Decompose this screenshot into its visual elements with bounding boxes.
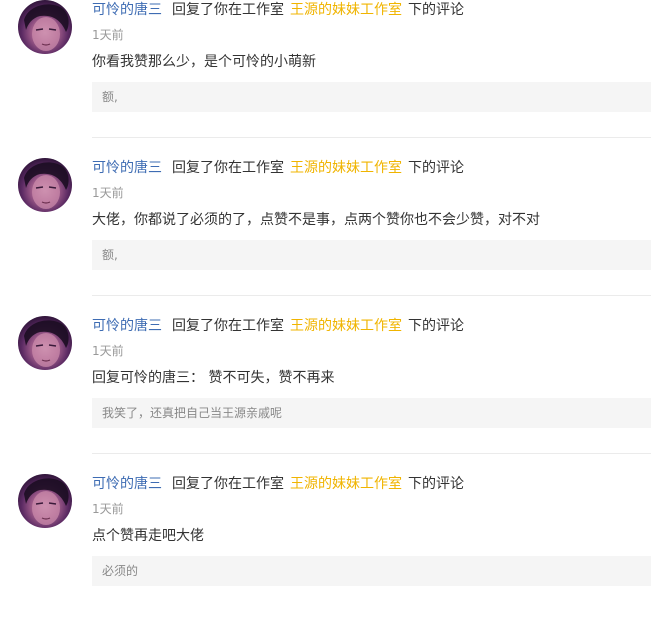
original-comment-quote[interactable]: 额, <box>92 240 651 270</box>
reply-suffix-text: 下的评论 <box>408 318 464 334</box>
reply-content: 你看我赞那么少，是个可怜的小萌新 <box>92 54 316 70</box>
user-avatar[interactable] <box>18 158 72 212</box>
timestamp: 1天前 <box>92 186 124 200</box>
divider <box>92 137 651 138</box>
avatar-portrait-icon <box>24 478 69 525</box>
studio-name-link[interactable]: 王源的妹妹工作室 <box>290 160 402 176</box>
notification-item: 可怜的唐三 回复了你在工作室 王源的妹妹工作室 下的评论 1天前 大佬，你都说了必须的… <box>0 158 651 316</box>
avatar-portrait-icon <box>24 320 69 367</box>
reply-suffix-text: 下的评论 <box>408 476 464 492</box>
avatar-portrait-icon <box>24 162 69 209</box>
user-name-link[interactable]: 可怜的唐三 <box>92 160 162 176</box>
original-comment-quote[interactable]: 额, <box>92 82 651 112</box>
studio-name-link[interactable]: 王源的妹妹工作室 <box>290 476 402 492</box>
notification-item: 可怜的唐三 回复了你在工作室 王源的妹妹工作室 下的评论 1天前 你看我赞那么少，是个… <box>0 0 651 158</box>
user-name-link[interactable]: 可怜的唐三 <box>92 2 162 18</box>
timestamp: 1天前 <box>92 502 124 516</box>
user-name-link[interactable]: 可怜的唐三 <box>92 476 162 492</box>
studio-name-link[interactable]: 王源的妹妹工作室 <box>290 2 402 18</box>
reply-suffix-text: 下的评论 <box>408 160 464 176</box>
divider <box>92 295 651 296</box>
notification-item: 可怜的唐三 回复了你在工作室 王源的妹妹工作室 下的评论 1天前 点个赞再走吧大佬 必… <box>0 474 651 632</box>
notification-header: 可怜的唐三 回复了你在工作室 王源的妹妹工作室 下的评论 <box>92 0 464 20</box>
reply-action-text: 回复了你在工作室 <box>172 318 284 334</box>
timestamp: 1天前 <box>92 344 124 358</box>
original-comment-quote[interactable]: 我笑了，还真把自己当王源亲戚呢 <box>92 398 651 428</box>
reply-action-text: 回复了你在工作室 <box>172 160 284 176</box>
user-avatar[interactable] <box>18 316 72 370</box>
original-comment-quote[interactable]: 必须的 <box>92 556 651 586</box>
divider <box>92 453 651 454</box>
notification-item: 可怜的唐三 回复了你在工作室 王源的妹妹工作室 下的评论 1天前 回复可怜的唐三： 赞… <box>0 316 651 474</box>
reply-suffix-text: 下的评论 <box>408 2 464 18</box>
reply-content: 回复可怜的唐三： 赞不可失，赞不再来 <box>92 370 335 386</box>
notification-header: 可怜的唐三 回复了你在工作室 王源的妹妹工作室 下的评论 <box>92 158 464 178</box>
user-name-link[interactable]: 可怜的唐三 <box>92 318 162 334</box>
studio-name-link[interactable]: 王源的妹妹工作室 <box>290 318 402 334</box>
reply-action-text: 回复了你在工作室 <box>172 2 284 18</box>
notification-header: 可怜的唐三 回复了你在工作室 王源的妹妹工作室 下的评论 <box>92 316 464 336</box>
reply-action-text: 回复了你在工作室 <box>172 476 284 492</box>
user-avatar[interactable] <box>18 0 72 54</box>
reply-content: 点个赞再走吧大佬 <box>92 528 204 544</box>
notification-header: 可怜的唐三 回复了你在工作室 王源的妹妹工作室 下的评论 <box>92 474 464 494</box>
timestamp: 1天前 <box>92 28 124 42</box>
reply-content: 大佬，你都说了必须的了，点赞不是事，点两个赞你也不会少赞，对不对 <box>92 212 540 228</box>
avatar-portrait-icon <box>24 4 69 51</box>
user-avatar[interactable] <box>18 474 72 528</box>
